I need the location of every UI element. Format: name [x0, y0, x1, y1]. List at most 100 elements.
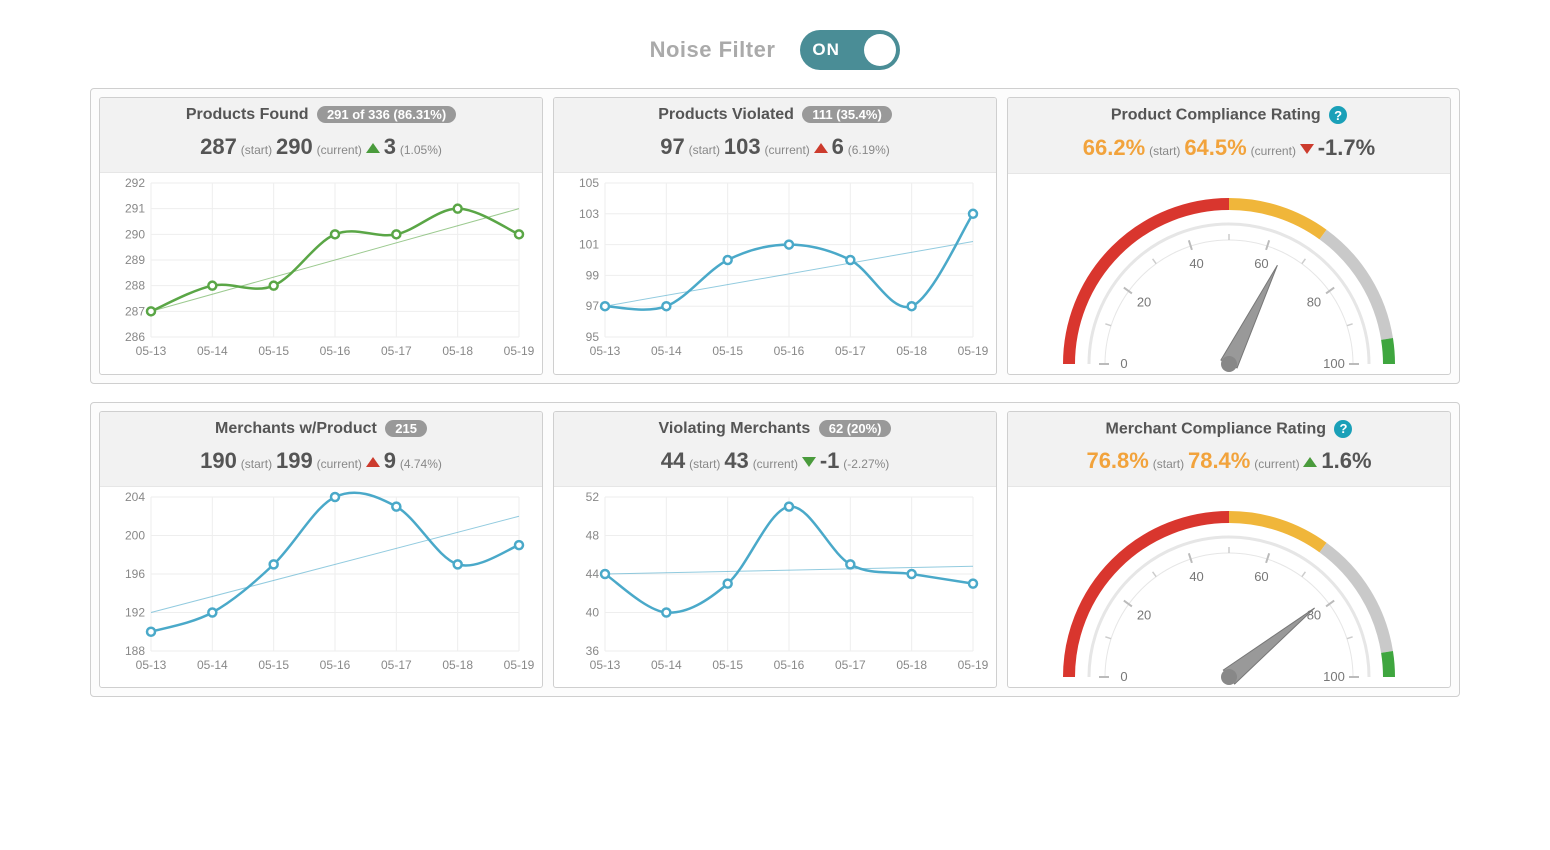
- products-found-chart: 28628728828929029129205-1305-1405-1505-1…: [100, 173, 542, 363]
- current-label: (current): [753, 457, 798, 471]
- card-title: Merchant Compliance Rating: [1106, 420, 1326, 437]
- svg-text:05-13: 05-13: [590, 658, 621, 672]
- start-value: 44: [661, 448, 685, 473]
- delta-pct: (1.05%): [400, 143, 442, 157]
- noise-filter-toggle[interactable]: ON: [800, 30, 900, 70]
- card-badge: 111 (35.4%): [802, 106, 891, 123]
- card-title: Products Violated: [658, 106, 794, 123]
- svg-text:05-14: 05-14: [197, 658, 228, 672]
- svg-text:192: 192: [125, 605, 145, 619]
- svg-text:40: 40: [1189, 569, 1203, 584]
- current-value: 290: [276, 134, 313, 159]
- svg-text:05-15: 05-15: [258, 344, 289, 358]
- start-value: 97: [660, 134, 684, 159]
- svg-text:80: 80: [1307, 294, 1321, 309]
- delta-value: 3: [384, 134, 396, 159]
- svg-text:290: 290: [125, 227, 145, 241]
- help-icon[interactable]: ?: [1329, 106, 1347, 124]
- svg-text:05-18: 05-18: [896, 344, 927, 358]
- violating-merchants-card: Violating Merchants 62 (20%) 44 (start) …: [553, 411, 997, 689]
- start-label: (start): [1153, 457, 1184, 471]
- products-violated-card: Products Violated 111 (35.4%) 97 (start)…: [553, 97, 997, 375]
- delta-value: -1.7%: [1318, 135, 1375, 160]
- svg-text:40: 40: [1189, 256, 1203, 271]
- svg-text:80: 80: [1307, 607, 1321, 622]
- svg-text:95: 95: [586, 330, 600, 344]
- start-value: 190: [200, 448, 237, 473]
- current-value: 43: [724, 448, 748, 473]
- svg-text:44: 44: [586, 567, 600, 581]
- delta-pct: (-2.27%): [843, 457, 889, 471]
- svg-text:05-14: 05-14: [651, 658, 682, 672]
- start-value: 76.8%: [1086, 448, 1148, 473]
- delta-value: 9: [384, 448, 396, 473]
- delta-arrow-icon: [366, 141, 380, 157]
- svg-text:288: 288: [125, 279, 145, 293]
- svg-text:05-15: 05-15: [712, 658, 743, 672]
- svg-text:05-17: 05-17: [835, 344, 866, 358]
- svg-text:204: 204: [125, 490, 145, 504]
- svg-text:188: 188: [125, 644, 145, 658]
- delta-pct: (6.19%): [848, 143, 890, 157]
- card-badge: 291 of 336 (86.31%): [317, 106, 456, 123]
- products-found-card: Products Found 291 of 336 (86.31%) 287 (…: [99, 97, 543, 375]
- svg-text:05-19: 05-19: [504, 344, 535, 358]
- products-violated-chart: 95979910110310505-1305-1405-1505-1605-17…: [554, 173, 996, 363]
- svg-text:287: 287: [125, 304, 145, 318]
- delta-arrow-icon: [814, 141, 828, 157]
- card-title: Product Compliance Rating: [1111, 107, 1321, 124]
- delta-arrow-icon: [802, 455, 816, 471]
- svg-text:05-16: 05-16: [774, 344, 805, 358]
- svg-text:292: 292: [125, 176, 145, 190]
- start-value: 66.2%: [1083, 135, 1145, 160]
- svg-text:05-17: 05-17: [381, 344, 412, 358]
- svg-text:05-18: 05-18: [896, 658, 927, 672]
- current-value: 103: [724, 134, 761, 159]
- current-label: (current): [1254, 457, 1299, 471]
- delta-value: -1: [820, 448, 840, 473]
- delta-value: 6: [832, 134, 844, 159]
- svg-text:05-14: 05-14: [197, 344, 228, 358]
- svg-text:286: 286: [125, 330, 145, 344]
- card-title: Products Found: [186, 106, 309, 123]
- delta-value: 1.6%: [1321, 448, 1371, 473]
- merchants-panel: Merchants w/Product 215 190 (start) 199 …: [90, 402, 1460, 698]
- svg-text:200: 200: [125, 528, 145, 542]
- delta-pct: (4.74%): [400, 457, 442, 471]
- svg-text:0: 0: [1120, 669, 1127, 684]
- svg-text:60: 60: [1254, 256, 1268, 271]
- svg-text:05-13: 05-13: [136, 344, 167, 358]
- svg-text:05-13: 05-13: [590, 344, 621, 358]
- current-value: 199: [276, 448, 313, 473]
- noise-filter-row: Noise Filter ON: [90, 30, 1460, 70]
- current-label: (current): [317, 457, 362, 471]
- svg-text:97: 97: [586, 299, 600, 313]
- card-badge: 215: [385, 420, 427, 437]
- current-value: 64.5%: [1184, 135, 1246, 160]
- card-title: Violating Merchants: [659, 420, 811, 437]
- products-panel: Products Found 291 of 336 (86.31%) 287 (…: [90, 88, 1460, 384]
- svg-text:40: 40: [586, 605, 600, 619]
- help-icon[interactable]: ?: [1334, 420, 1352, 438]
- svg-text:05-13: 05-13: [136, 658, 167, 672]
- card-title: Merchants w/Product: [215, 420, 377, 437]
- toggle-state-text: ON: [812, 40, 840, 60]
- start-label: (start): [241, 143, 272, 157]
- delta-arrow-icon: [1303, 455, 1317, 471]
- svg-text:05-15: 05-15: [712, 344, 743, 358]
- svg-text:05-19: 05-19: [958, 344, 989, 358]
- svg-text:05-17: 05-17: [835, 658, 866, 672]
- svg-text:196: 196: [125, 567, 145, 581]
- svg-text:48: 48: [586, 528, 600, 542]
- start-value: 287: [200, 134, 237, 159]
- svg-text:0: 0: [1120, 356, 1127, 371]
- current-label: (current): [1251, 144, 1296, 158]
- delta-arrow-icon: [366, 455, 380, 471]
- delta-arrow-icon: [1300, 142, 1314, 158]
- svg-text:36: 36: [586, 644, 600, 658]
- violating-merchants-chart: 364044485205-1305-1405-1505-1605-1705-18…: [554, 487, 996, 677]
- svg-text:60: 60: [1254, 569, 1268, 584]
- merchants-wproduct-chart: 18819219620020405-1305-1405-1505-1605-17…: [100, 487, 542, 677]
- svg-text:05-14: 05-14: [651, 344, 682, 358]
- svg-text:101: 101: [579, 238, 599, 252]
